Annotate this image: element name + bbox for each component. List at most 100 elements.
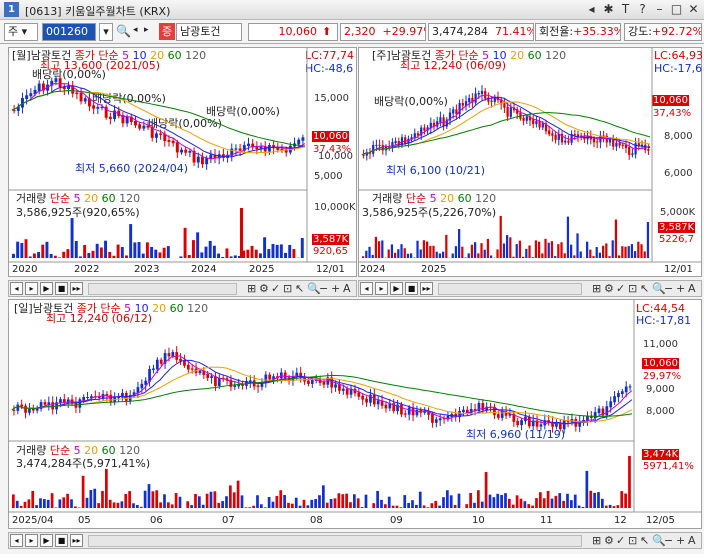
weekly-tool-icon[interactable]: ⊞: [592, 281, 601, 296]
daily-volume-bar: [23, 501, 27, 508]
monthly-nav-button[interactable]: ▶: [40, 282, 53, 295]
monthly-tool-icon[interactable]: −: [319, 281, 328, 296]
monthly-candle: [54, 78, 58, 82]
monthly-tool-icon[interactable]: A: [343, 281, 351, 296]
daily-nav-button[interactable]: ■: [55, 534, 68, 547]
weekly-tool-icon[interactable]: −: [664, 281, 673, 296]
daily-volume-bar: [376, 490, 379, 508]
daily-volume-bar: [473, 502, 476, 508]
monthly-candle: [125, 116, 129, 124]
daily-tool-icon[interactable]: −: [664, 533, 673, 548]
daily-tool-icon[interactable]: ↖: [640, 533, 649, 548]
daily-volume-bar: [535, 498, 538, 508]
weekly-tool-icon[interactable]: ⊡: [628, 281, 637, 296]
monthly-tool-icon[interactable]: +: [331, 281, 340, 296]
monthly-nav-button[interactable]: ◂: [10, 282, 23, 295]
daily-candle: [24, 405, 27, 413]
daily-tool-icon[interactable]: ⊡: [628, 533, 637, 548]
monthly-tool-icon[interactable]: ✓: [271, 281, 280, 296]
weekly-volume-bar: [586, 241, 589, 258]
weekly-volume-bar: [400, 244, 403, 258]
daily-volume-bar: [531, 505, 534, 508]
daily-volume-bar: [186, 501, 190, 508]
daily-volume-bar: [407, 502, 410, 508]
daily-candle: [605, 406, 609, 416]
daily-candle: [376, 400, 380, 405]
daily-tool-icon[interactable]: ✓: [616, 533, 625, 548]
weekly-tool-icon[interactable]: ✓: [616, 281, 625, 296]
daily-volume-bar: [35, 505, 38, 508]
weekly-volume-bar: [624, 246, 627, 258]
weekly-volume-bar: [643, 251, 646, 258]
monthly-scrollbar[interactable]: [88, 283, 237, 295]
daily-candle: [190, 368, 194, 370]
weekly-candle: [509, 107, 512, 117]
daily-nav-button[interactable]: ▶: [40, 534, 53, 547]
daily-volume-bar: [597, 492, 600, 508]
daily-tool-icon[interactable]: ⊞: [592, 533, 601, 548]
weekly-nav-button[interactable]: ◂: [360, 282, 373, 295]
daily-volume-bar: [539, 492, 542, 508]
daily-volume-bar: [314, 499, 317, 508]
monthly-nav-button[interactable]: ■: [55, 282, 68, 295]
daily-volume-bar: [74, 506, 77, 508]
monthly-nav-button[interactable]: ▸: [25, 282, 38, 295]
weekly-tool-icon[interactable]: ⚙: [604, 281, 614, 296]
daily-volume-bar: [325, 502, 329, 508]
monthly-tool-icon[interactable]: ↖: [295, 281, 304, 296]
monthly-volume-bar: [150, 246, 154, 258]
weekly-tool-icon[interactable]: A: [688, 281, 696, 296]
daily-volume-bar: [46, 499, 50, 508]
weekly-volume-bar: [470, 244, 474, 258]
weekly-volume-bar: [570, 244, 573, 258]
weekly-volume-bar: [486, 238, 490, 258]
daily-volume-bar: [562, 500, 565, 508]
monthly-volume-bar: [16, 241, 20, 258]
weekly-candle: [477, 93, 480, 95]
monthly-volume-bar: [233, 255, 237, 258]
monthly-volume-bar: [24, 239, 28, 258]
daily-nav-button[interactable]: ◂: [10, 534, 23, 547]
daily-nav-button[interactable]: ▸: [25, 534, 38, 547]
monthly-tool-icon[interactable]: ⊞: [247, 281, 256, 296]
monthly-volume-bar: [300, 238, 304, 258]
daily-tool-icon[interactable]: ⚙: [604, 533, 614, 548]
daily-volume-bar: [504, 493, 507, 508]
daily-tool-icon[interactable]: A: [688, 533, 696, 548]
weekly-volume-bar: [512, 256, 515, 258]
monthly-volume-bar: [74, 240, 78, 258]
monthly-volume-bar: [154, 249, 158, 258]
weekly-nav-button[interactable]: ▸: [375, 282, 388, 295]
daily-volume-bar: [333, 498, 337, 508]
daily-tool-icon[interactable]: +: [676, 533, 685, 548]
monthly-candle: [247, 143, 250, 147]
daily-volume-bar: [271, 501, 275, 508]
daily-volume-bar: [500, 494, 503, 508]
daily-volume-bar: [628, 456, 631, 508]
daily-candle: [361, 395, 365, 400]
daily-candle: [384, 404, 388, 409]
weekly-tool-icon[interactable]: +: [676, 281, 685, 296]
weekly-nav-button[interactable]: ■: [405, 282, 418, 295]
weekly-scrollbar[interactable]: [438, 283, 582, 295]
monthly-candle: [83, 98, 87, 102]
weekly-nav-button[interactable]: ▸▸: [420, 282, 433, 295]
daily-candle: [233, 385, 237, 387]
monthly-volume-bar: [32, 253, 36, 258]
daily-volume-bar: [391, 505, 395, 508]
daily-nav-button[interactable]: ▸▸: [70, 534, 83, 547]
monthly-nav-button[interactable]: ▸▸: [70, 282, 83, 295]
weekly-volume-bar: [435, 251, 438, 258]
daily-volume-bar: [294, 497, 298, 508]
weekly-tool-icon[interactable]: ↖: [640, 281, 649, 296]
weekly-nav-button[interactable]: ▶: [390, 282, 403, 295]
daily-candle: [43, 402, 47, 405]
monthly-tool-icon[interactable]: ⊡: [283, 281, 292, 296]
monthly-volume-bar: [37, 252, 41, 258]
weekly-volume-bar: [605, 243, 608, 258]
weekly-volume-bar: [560, 242, 563, 258]
monthly-tool-icon[interactable]: ⚙: [259, 281, 269, 296]
daily-scrollbar[interactable]: [88, 535, 582, 547]
monthly-volume-bar: [20, 243, 24, 258]
weekly-volume-bar: [598, 252, 602, 258]
